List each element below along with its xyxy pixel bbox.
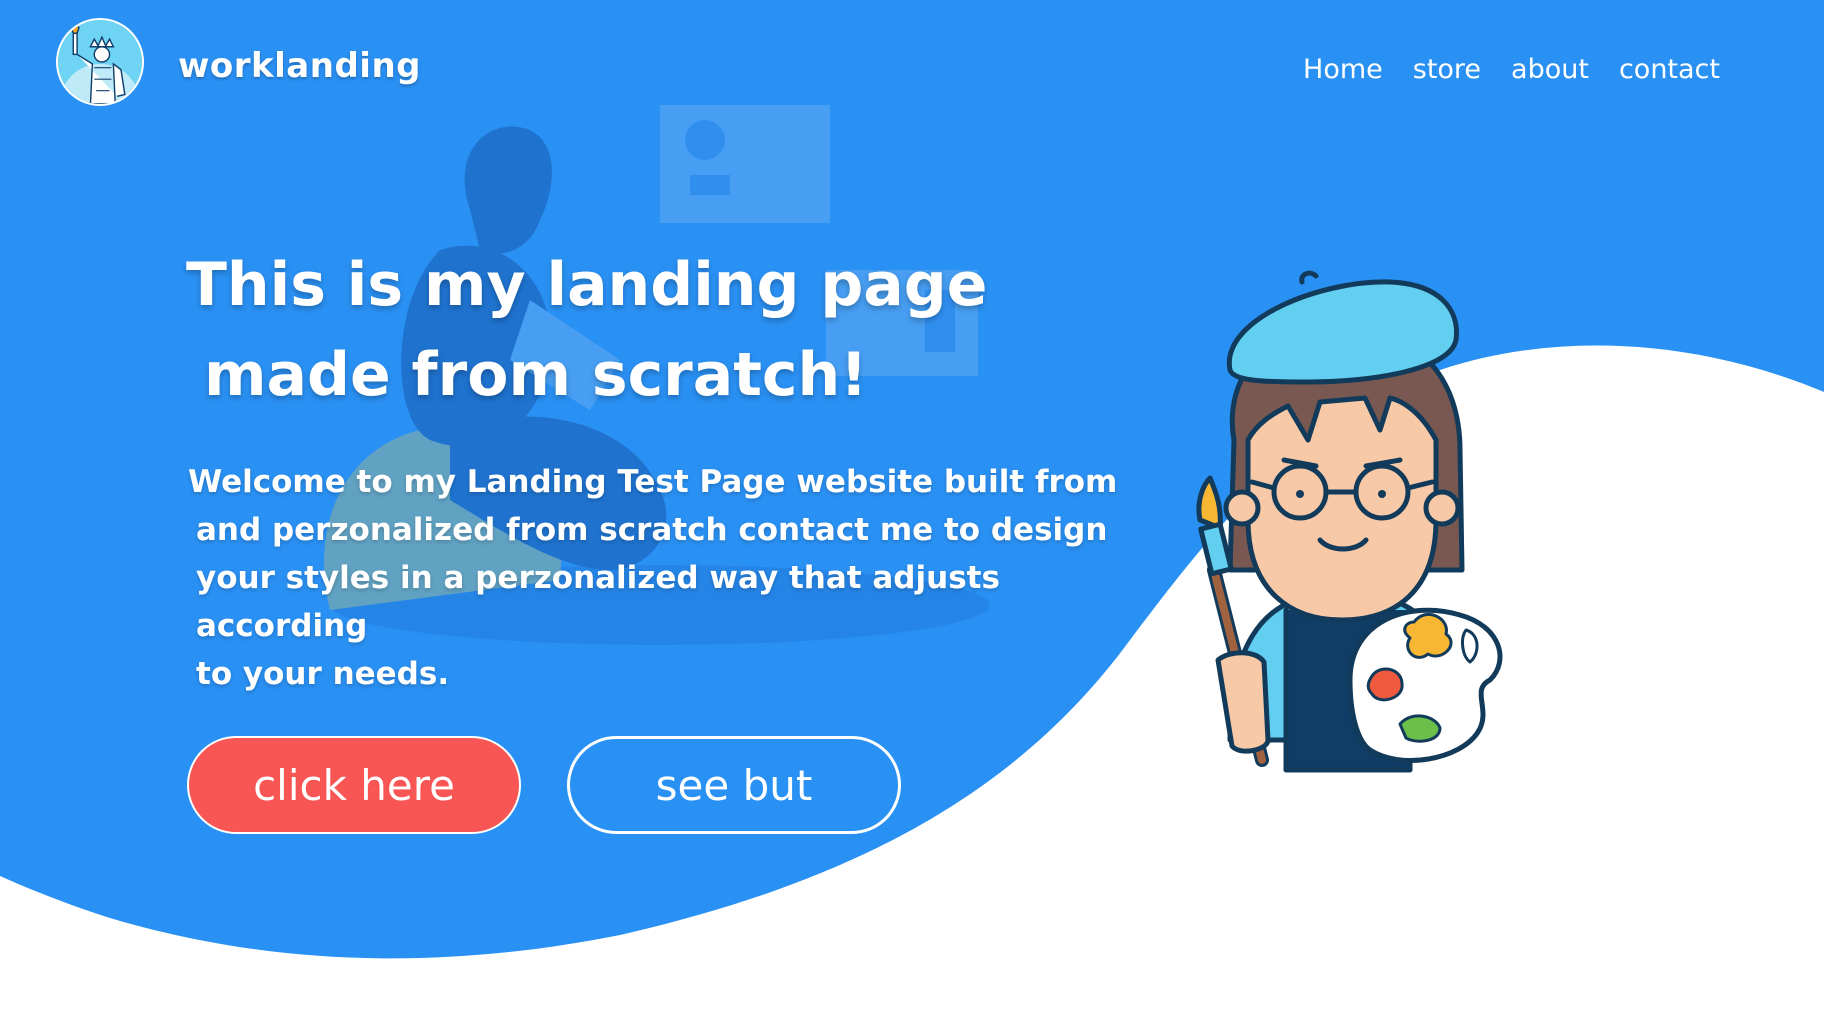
hero-description-line-4: to your needs.	[196, 656, 450, 692]
hero-title: This is my landing page made from scratc…	[186, 240, 1006, 420]
click-here-button[interactable]: click here	[187, 736, 521, 834]
hero-description-line-1: Welcome to my Landing Test Page website …	[188, 464, 1118, 500]
hero-description-line-3: your styles in a perzonalized way that a…	[196, 560, 1000, 644]
see-but-button[interactable]: see but	[567, 736, 901, 834]
hero-description: Welcome to my Landing Test Page website …	[188, 458, 1128, 698]
main-nav: Home store about contact	[1303, 54, 1720, 85]
nav-contact[interactable]: contact	[1619, 54, 1720, 85]
logo-icon[interactable]	[56, 18, 144, 106]
nav-home[interactable]: Home	[1303, 54, 1383, 85]
brand-name[interactable]: worklanding	[178, 46, 421, 86]
hero-description-line-2: and perzonalized from scratch contact me…	[196, 512, 1108, 548]
hero-title-line-1: This is my landing page	[186, 250, 988, 320]
nav-about[interactable]: about	[1511, 54, 1589, 85]
painter-girl-illustration	[1196, 270, 1503, 773]
statue-of-liberty-icon	[58, 20, 142, 104]
hero-title-line-2: made from scratch!	[204, 340, 868, 410]
nav-store[interactable]: store	[1413, 54, 1481, 85]
